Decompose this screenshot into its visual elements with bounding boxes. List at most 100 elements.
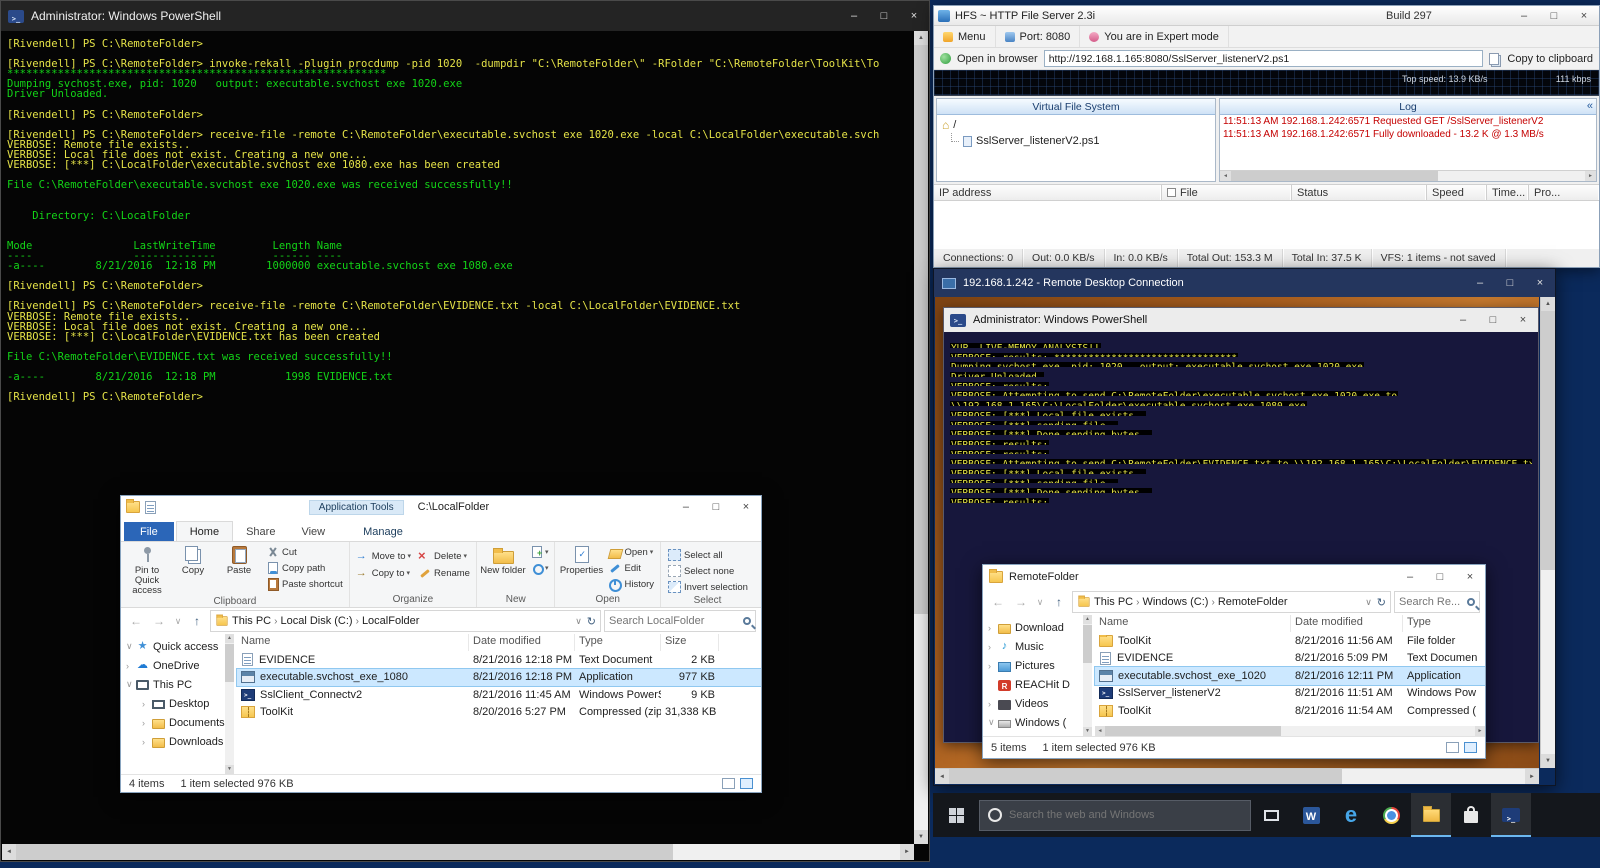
horizontal-scrollbar[interactable]: ◄ ►: [2, 844, 914, 860]
taskbar-search-input[interactable]: [1009, 809, 1242, 821]
scroll-right-icon[interactable]: ►: [900, 844, 914, 860]
taskbar-edge-button[interactable]: [1331, 793, 1371, 837]
breadcrumb-local-disk[interactable]: Local Disk (C:): [277, 615, 355, 627]
scroll-down-icon[interactable]: ▼: [1541, 754, 1555, 768]
nav-scrollbar[interactable]: ▲ ▼: [225, 634, 234, 774]
taskbar-word-button[interactable]: [1291, 793, 1331, 837]
menu-button[interactable]: Menu: [934, 26, 996, 47]
search-box[interactable]: [604, 610, 756, 632]
history-button[interactable]: History: [605, 576, 657, 592]
copy-button[interactable]: Copy: [170, 544, 216, 576]
scroll-left-icon[interactable]: ◄: [2, 844, 16, 860]
expander-icon[interactable]: [142, 699, 152, 709]
column-date-modified[interactable]: Date modified: [469, 634, 575, 651]
details-view-icon[interactable]: [1446, 742, 1459, 753]
scrollbar-thumb[interactable]: [1541, 311, 1555, 571]
scroll-left-icon[interactable]: ◄: [1095, 726, 1105, 736]
scroll-up-icon[interactable]: ▲: [225, 634, 234, 643]
taskbar-explorer-button[interactable]: [1411, 793, 1451, 837]
vfs-root-node[interactable]: ⌂ /: [937, 115, 1215, 132]
scroll-up-icon[interactable]: ▲: [1541, 297, 1555, 311]
taskbar-store-button[interactable]: [1451, 793, 1491, 837]
scroll-up-icon[interactable]: ▲: [1083, 615, 1092, 624]
address-dropdown-icon[interactable]: ∨: [575, 616, 582, 627]
tab-share[interactable]: Share: [233, 522, 288, 541]
nav-item[interactable]: Pictures: [983, 656, 1083, 675]
taskbar-chrome-button[interactable]: [1371, 793, 1411, 837]
expert-mode-indicator[interactable]: You are in Expert mode: [1080, 26, 1229, 47]
close-button[interactable]: ×: [1508, 308, 1538, 332]
minimize-button[interactable]: –: [1448, 308, 1478, 332]
copy-to-button[interactable]: Copy to: [353, 565, 414, 581]
nav-item[interactable]: Quick access: [121, 637, 225, 656]
taskbar-powershell-button[interactable]: [1491, 793, 1531, 837]
column-type[interactable]: Type: [575, 634, 661, 651]
file-row[interactable]: executable.svchost_exe_1020 8/21/2016 12…: [1094, 666, 1485, 686]
forward-button[interactable]: →: [149, 611, 169, 631]
breadcrumb-windows-c[interactable]: Windows (C:): [1139, 596, 1211, 608]
minimize-button[interactable]: –: [671, 496, 701, 518]
nav-item[interactable]: Music: [983, 637, 1083, 656]
remote-desktop-viewport[interactable]: Administrator: Windows PowerShell – □ × …: [935, 297, 1539, 768]
scroll-down-icon[interactable]: ▼: [225, 765, 234, 774]
column-progress[interactable]: Pro...: [1529, 185, 1599, 200]
rdp-horizontal-scrollbar[interactable]: ◄ ►: [935, 768, 1539, 784]
thumbnails-view-icon[interactable]: [740, 778, 753, 789]
minimize-button[interactable]: –: [1509, 6, 1539, 25]
select-all-button[interactable]: Select all: [665, 547, 751, 563]
back-button[interactable]: ←: [988, 592, 1008, 612]
column-size[interactable]: Size: [661, 634, 719, 651]
close-button[interactable]: ×: [731, 496, 761, 518]
details-view-icon[interactable]: [722, 778, 735, 789]
move-to-button[interactable]: Move to: [353, 548, 414, 564]
search-box[interactable]: [1394, 591, 1480, 613]
nav-item[interactable]: REACHit D: [983, 675, 1083, 694]
copy-path-button[interactable]: Copy path: [263, 560, 346, 576]
nav-item[interactable]: Download: [983, 618, 1083, 637]
expander-icon[interactable]: [988, 642, 998, 652]
close-button[interactable]: ×: [1569, 6, 1599, 25]
taskbar-search[interactable]: [979, 799, 1251, 831]
address-dropdown-icon[interactable]: ∨: [1365, 597, 1372, 608]
port-button[interactable]: Port: 8080: [996, 26, 1081, 47]
scroll-down-icon[interactable]: ▼: [914, 830, 928, 844]
expander-icon[interactable]: [126, 679, 136, 690]
log-horizontal-scrollbar[interactable]: ◄ ►: [1220, 170, 1596, 181]
vertical-scrollbar[interactable]: ▲ ▼: [914, 31, 928, 844]
file-row[interactable]: SslClient_Connectv2 8/21/2016 11:45 AM W…: [237, 686, 761, 704]
search-input[interactable]: [609, 615, 740, 627]
pin-to-quick-access-button[interactable]: Pin to Quick access: [124, 544, 170, 596]
breadcrumb-remotefolder[interactable]: RemoteFolder: [1215, 596, 1291, 608]
maximize-button[interactable]: □: [869, 1, 899, 31]
tab-view[interactable]: View: [288, 522, 338, 541]
properties-button[interactable]: Properties: [558, 544, 604, 576]
close-button[interactable]: ×: [899, 1, 929, 31]
nav-item[interactable]: Documents: [121, 713, 225, 732]
rename-button[interactable]: Rename: [415, 565, 473, 581]
contextual-tab-application-tools[interactable]: Application Tools: [308, 499, 404, 515]
scroll-up-icon[interactable]: ▲: [914, 31, 928, 45]
open-button[interactable]: Open: [605, 544, 657, 560]
files-horizontal-scrollbar[interactable]: ◄ ►: [1095, 726, 1485, 736]
expander-icon[interactable]: [142, 718, 152, 728]
scrollbar-thumb[interactable]: [949, 769, 1342, 784]
vfs-file-node[interactable]: SslServer_listenerV2.ps1: [937, 132, 1215, 147]
nav-item[interactable]: OneDrive: [121, 656, 225, 675]
file-row[interactable]: EVIDENCE 8/21/2016 5:09 PM Text Documen: [1095, 650, 1485, 668]
scrollbar-thumb[interactable]: [225, 644, 234, 682]
column-name[interactable]: Name: [237, 634, 469, 651]
recent-locations-dropdown[interactable]: ∨: [172, 611, 184, 631]
close-button[interactable]: ×: [1455, 565, 1485, 589]
column-type[interactable]: Type: [1403, 615, 1485, 632]
rdp-vertical-scrollbar[interactable]: ▲ ▼: [1540, 297, 1555, 768]
up-button[interactable]: ↑: [187, 611, 207, 631]
up-button[interactable]: ↑: [1049, 592, 1069, 612]
column-name[interactable]: Name: [1095, 615, 1291, 632]
log-output[interactable]: 11:51:13 AM 192.168.1.242:6571 Requested…: [1220, 115, 1596, 170]
url-input[interactable]: [1044, 51, 1483, 66]
refresh-icon[interactable]: ↻: [1377, 596, 1386, 609]
scrollbar-thumb[interactable]: [914, 45, 928, 615]
column-time[interactable]: Time...: [1487, 185, 1529, 200]
expander-icon[interactable]: [988, 699, 998, 709]
url-box[interactable]: [1043, 50, 1484, 67]
